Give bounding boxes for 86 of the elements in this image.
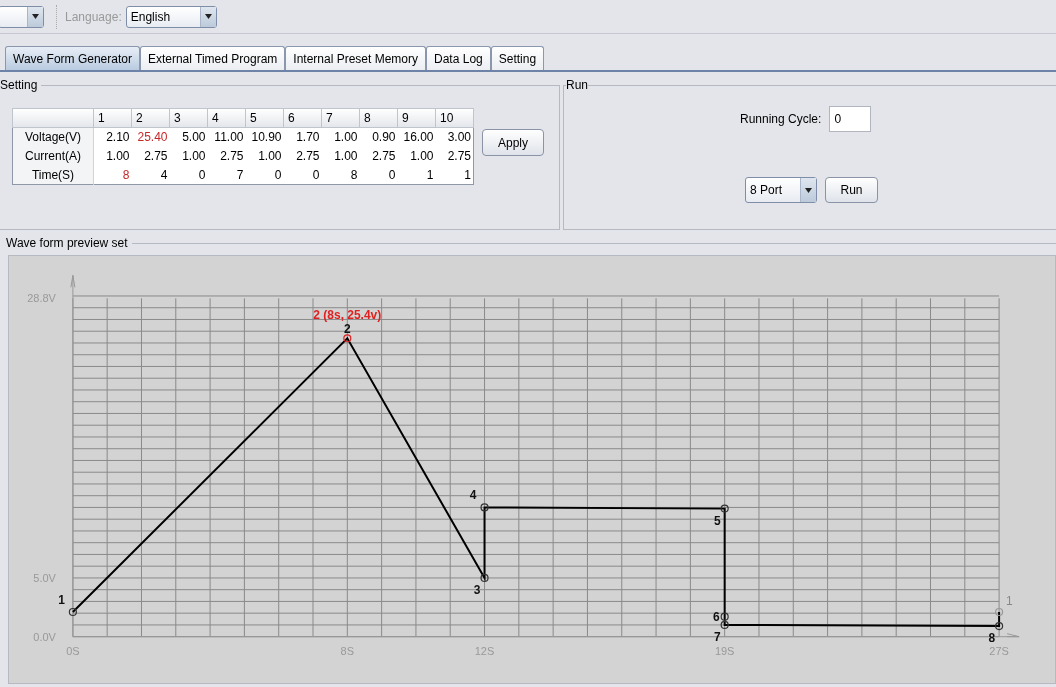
column-header: 10 bbox=[435, 108, 474, 128]
column-header: 6 bbox=[283, 108, 322, 128]
table-cell[interactable]: 10.90 bbox=[245, 127, 284, 147]
table-cell[interactable]: 3.00 bbox=[435, 127, 474, 147]
table-cell[interactable]: 25.40 bbox=[131, 127, 170, 147]
port-dropdown[interactable]: 8 Port bbox=[745, 177, 817, 203]
column-header: 2 bbox=[131, 108, 170, 128]
x-tick-label: 0S bbox=[66, 644, 80, 657]
table-cell[interactable]: 1 bbox=[397, 165, 436, 185]
column-header: 3 bbox=[169, 108, 208, 128]
tab[interactable]: Internal Preset Memory bbox=[285, 46, 427, 70]
point-marker[interactable] bbox=[720, 504, 729, 513]
caret-icon bbox=[204, 14, 212, 19]
dropdown[interactable] bbox=[0, 5, 44, 28]
table-cell[interactable]: 1.00 bbox=[397, 146, 436, 166]
run-button[interactable]: Run bbox=[825, 177, 878, 203]
language-dropdown[interactable]: English bbox=[125, 5, 217, 28]
column-header: 5 bbox=[245, 108, 284, 128]
table-cell[interactable]: 1.00 bbox=[169, 146, 208, 166]
tab[interactable]: Wave Form Generator bbox=[5, 46, 140, 70]
point-label: 1 bbox=[58, 593, 65, 607]
point-marker[interactable] bbox=[343, 334, 352, 343]
table-cell[interactable]: 2.75 bbox=[131, 146, 170, 166]
table-cell[interactable]: 0.90 bbox=[359, 127, 398, 147]
table-cell[interactable]: 1.00 bbox=[93, 146, 132, 166]
table-cell[interactable]: 7 bbox=[207, 165, 246, 185]
table-cell[interactable]: 8 bbox=[321, 165, 360, 185]
point-marker[interactable] bbox=[720, 620, 729, 630]
column-header: 8 bbox=[359, 108, 398, 128]
table-cell[interactable]: 2.75 bbox=[435, 146, 474, 166]
table-cell[interactable]: 1.00 bbox=[321, 127, 360, 147]
table-cell[interactable]: 1.70 bbox=[283, 127, 322, 147]
table-cell[interactable]: 0 bbox=[245, 165, 284, 185]
point-value-label: 2 (8s, 25.4v) bbox=[313, 308, 382, 323]
x-tick-label: 12S bbox=[474, 644, 495, 657]
tab[interactable]: Data Log bbox=[426, 46, 491, 70]
panel-title: Run bbox=[566, 77, 588, 94]
table-cell[interactable]: 2.75 bbox=[283, 146, 322, 166]
y-tick-label: 5.0V bbox=[33, 571, 56, 584]
point-label: 1 bbox=[1006, 594, 1013, 608]
x-tick-label: 27S bbox=[989, 644, 1009, 657]
point-label: 8 bbox=[988, 631, 996, 646]
table-cell[interactable]: 8 bbox=[93, 165, 132, 185]
y-tick-label: 28.8V bbox=[27, 292, 56, 305]
point-marker[interactable] bbox=[68, 607, 77, 617]
panel-title: Setting bbox=[0, 77, 39, 94]
table-cell[interactable]: 2.75 bbox=[207, 146, 246, 166]
table-cell[interactable]: 2.10 bbox=[93, 127, 132, 147]
column-header: 4 bbox=[207, 108, 246, 128]
point-marker[interactable] bbox=[995, 622, 1004, 631]
apply-button[interactable]: Apply bbox=[482, 129, 544, 156]
point-label: 7 bbox=[714, 629, 721, 644]
language-label: Language: bbox=[65, 8, 122, 26]
point-marker[interactable] bbox=[480, 573, 489, 583]
point-label: 5 bbox=[714, 513, 721, 528]
table-cell[interactable]: 0 bbox=[169, 165, 208, 185]
table-cell[interactable]: 1 bbox=[435, 165, 474, 185]
tab[interactable]: External Timed Program bbox=[139, 46, 286, 70]
running-cycle-field[interactable]: 0 bbox=[829, 106, 872, 132]
table-cell[interactable]: 5.00 bbox=[169, 127, 208, 147]
table-cell[interactable]: 11.00 bbox=[207, 127, 246, 147]
column-header: 9 bbox=[397, 108, 436, 128]
table-cell[interactable]: 4 bbox=[131, 165, 170, 185]
table-cell[interactable]: 16.00 bbox=[397, 127, 436, 147]
table-cell[interactable]: 0 bbox=[359, 165, 398, 185]
x-tick-label: 8S bbox=[340, 644, 355, 657]
running-cycle-label: Running Cycle: bbox=[740, 111, 822, 128]
column-header: 1 bbox=[93, 108, 132, 128]
point-label: 6 bbox=[713, 609, 720, 624]
panel-title: Wave form preview set bbox=[5, 235, 129, 252]
column-header: 7 bbox=[321, 108, 360, 128]
table-cell[interactable]: 1.00 bbox=[321, 146, 360, 166]
point-marker[interactable] bbox=[995, 607, 1004, 617]
table-cell[interactable]: 0 bbox=[283, 165, 322, 185]
caret-icon bbox=[32, 14, 39, 19]
caret-icon bbox=[805, 187, 812, 193]
point-label: 3 bbox=[473, 582, 481, 597]
point-marker[interactable] bbox=[480, 503, 489, 512]
tab[interactable]: Setting bbox=[490, 46, 545, 70]
row-header: Time(S) bbox=[12, 165, 94, 185]
row-header: Current(A) bbox=[12, 146, 94, 166]
point-label: 2 bbox=[344, 322, 351, 337]
table-cell[interactable]: 1.00 bbox=[245, 146, 284, 166]
table-cell[interactable]: 2.75 bbox=[359, 146, 398, 166]
point-label: 4 bbox=[469, 488, 477, 503]
point-marker[interactable] bbox=[720, 612, 729, 621]
